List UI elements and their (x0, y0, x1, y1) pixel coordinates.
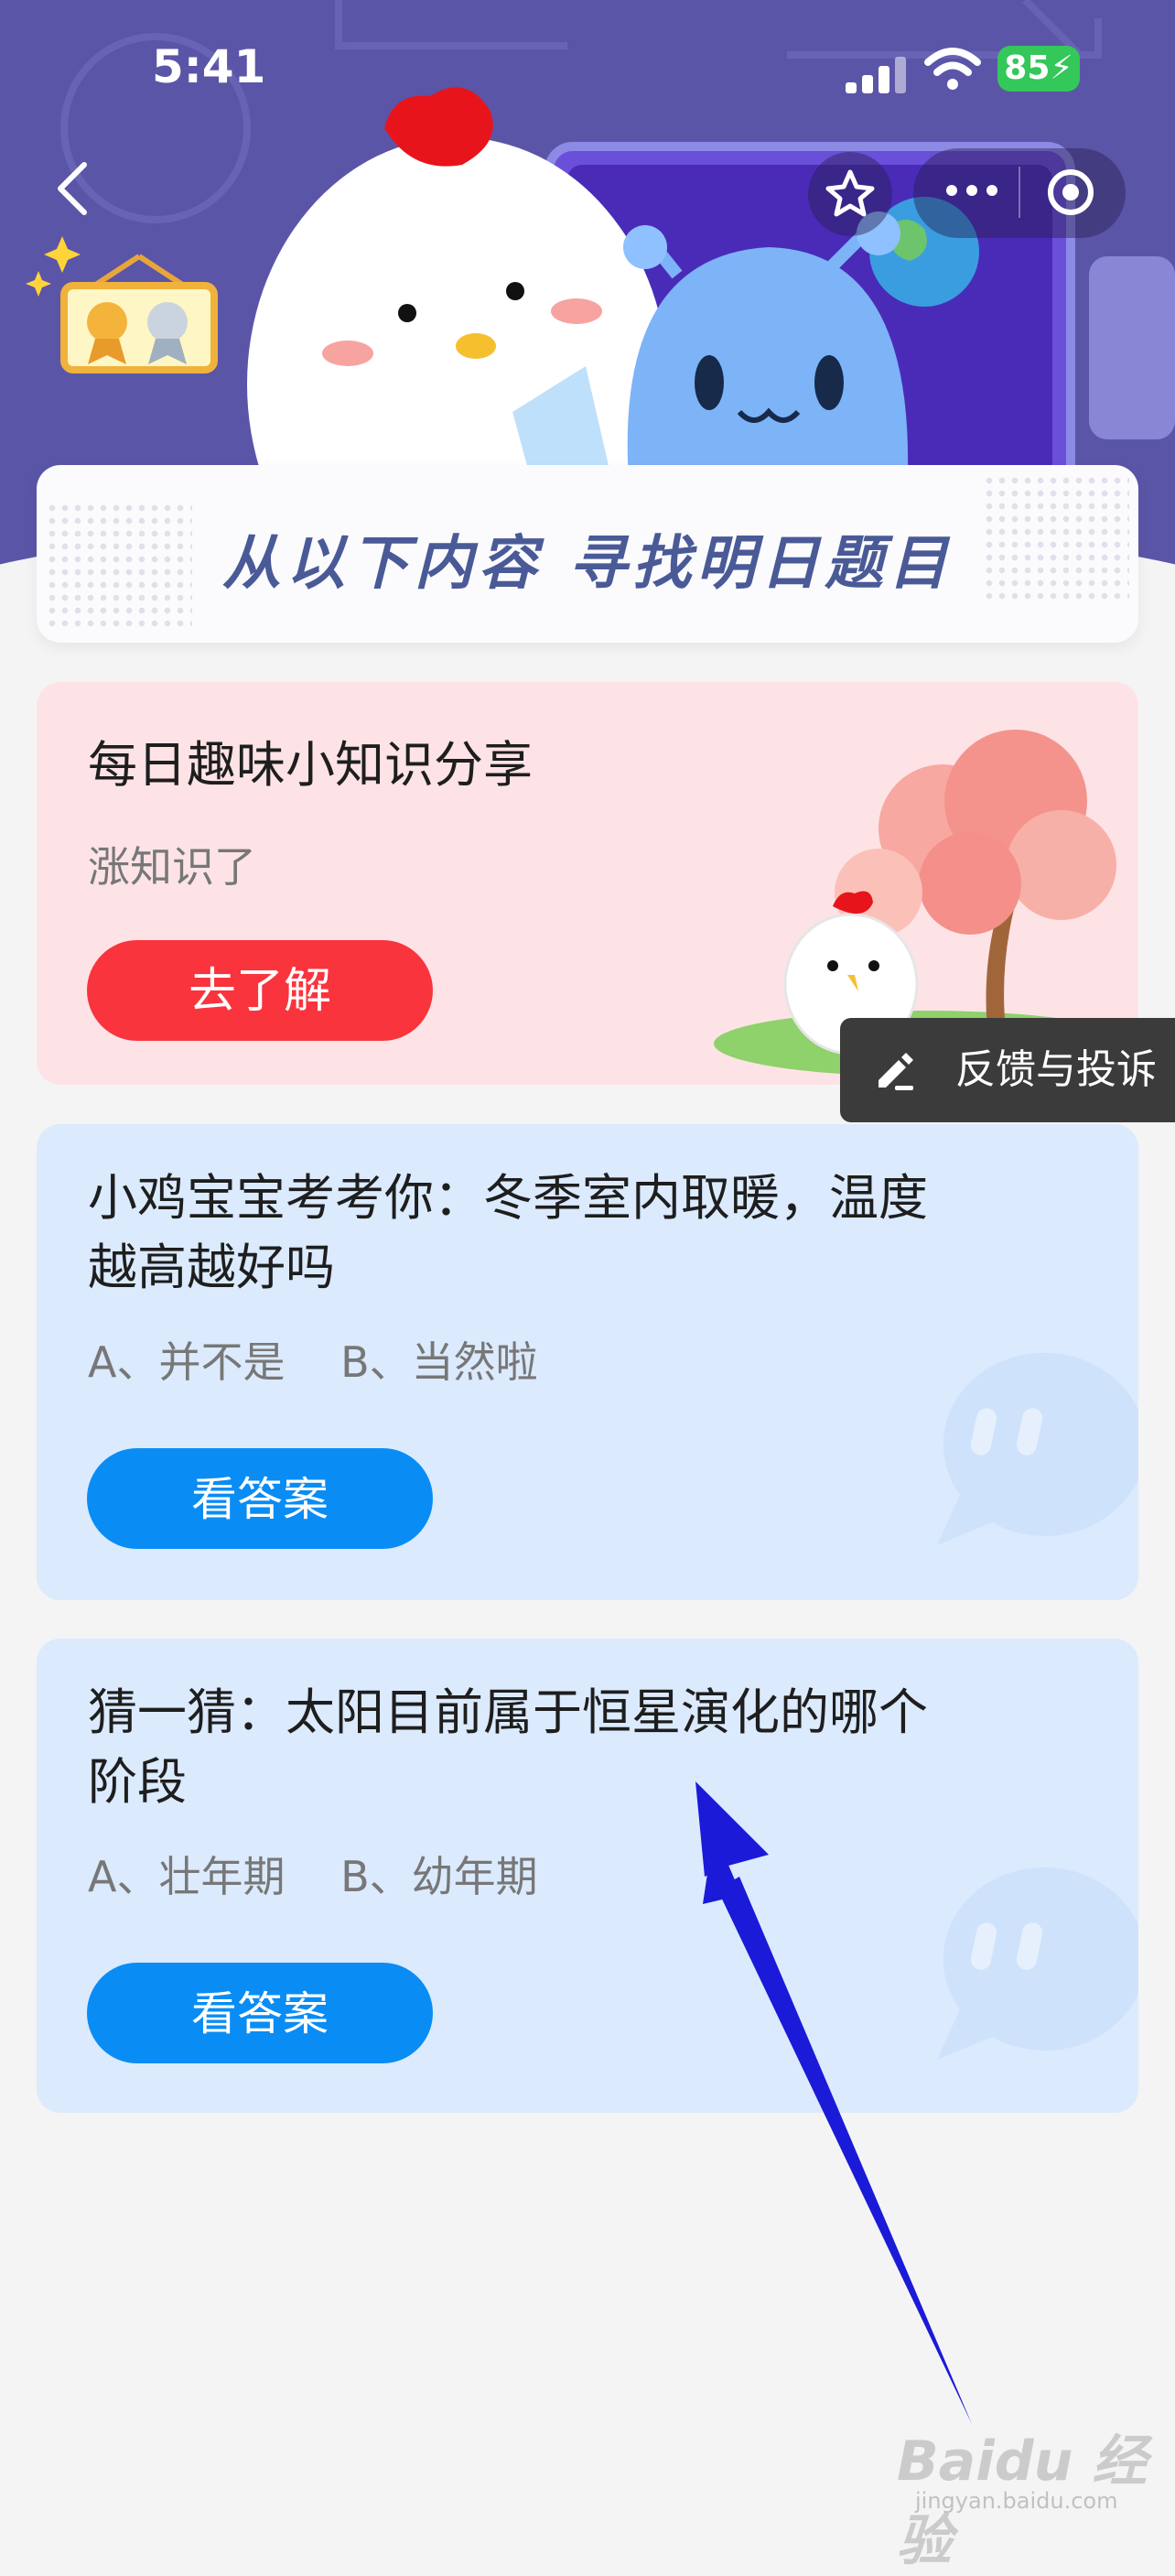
cellular-signal-icon (846, 57, 906, 93)
star-icon (825, 169, 875, 217)
annotation-arrow (695, 1781, 972, 2424)
quiz-question-line1: 猜一猜：太阳目前属于恒星演化的哪个 (88, 1683, 928, 1741)
banner-title: 从以下内容 寻找明日题目 (221, 530, 954, 598)
view-answer-button[interactable]: 看答案 (87, 1963, 433, 2063)
learn-more-button[interactable]: 去了解 (87, 940, 433, 1041)
close-target-icon[interactable] (1043, 165, 1098, 220)
view-answer-button[interactable]: 看答案 (87, 1448, 433, 1549)
card-title: 每日趣味小知识分享 (88, 736, 533, 794)
more-icon[interactable] (944, 181, 999, 200)
quiz-question-line2: 阶段 (88, 1753, 187, 1811)
watermark-url: jingyan.baidu.com (915, 2488, 1118, 2514)
quiz-options: A、并不是 B、当然啦 (88, 1337, 538, 1387)
chat-bubble-icon (937, 1352, 1138, 1545)
battery-level: 85 (1004, 49, 1051, 87)
wifi-icon (924, 48, 981, 90)
favorite-button[interactable] (808, 152, 892, 236)
feedback-label: 反馈与投诉 (955, 1046, 1157, 1093)
capsule-divider (1019, 167, 1020, 218)
battery-icon: 85⚡ (997, 46, 1080, 92)
quiz-question-line2: 越高越好吗 (88, 1239, 335, 1296)
edit-icon (879, 1053, 913, 1090)
quiz-options: A、壮年期 B、幼年期 (88, 1852, 538, 1901)
feedback-button[interactable]: 反馈与投诉 (840, 1018, 1175, 1122)
card-subtitle: 涨知识了 (88, 842, 256, 892)
section-banner: 从以下内容 寻找明日题目 (37, 465, 1138, 643)
back-icon[interactable] (51, 161, 97, 216)
quiz-card[interactable]: 小鸡宝宝考考你：冬季室内取暖，温度 越高越好吗 A、并不是 B、当然啦 看答案 (37, 1124, 1138, 1600)
quiz-question-line1: 小鸡宝宝考考你：冬季室内取暖，温度 (88, 1169, 928, 1227)
status-time: 5:41 (152, 40, 266, 93)
